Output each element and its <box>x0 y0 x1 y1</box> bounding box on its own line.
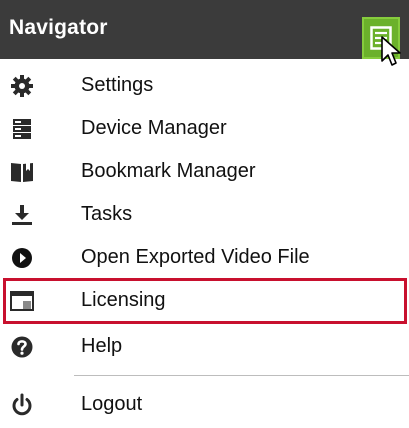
menu-item-label: Settings <box>81 74 154 96</box>
menu-item-label: Device Manager <box>81 117 227 139</box>
menu-item-label: Logout <box>81 393 143 415</box>
menu-item-open-exported-video-file[interactable]: Open Exported Video File <box>0 236 409 279</box>
bookmark-book-icon <box>8 158 36 186</box>
question-circle-icon <box>8 333 36 361</box>
menu-separator <box>74 375 409 376</box>
menu-item-help[interactable]: Help <box>0 325 409 368</box>
licensing-highlight-box <box>3 278 407 324</box>
menu-item-bookmark-manager[interactable]: Bookmark Manager <box>0 150 409 193</box>
download-icon <box>8 201 36 229</box>
menu-item-settings[interactable]: Settings <box>0 64 409 107</box>
header-title: Navigator <box>9 16 108 39</box>
menu-item-tasks[interactable]: Tasks <box>0 193 409 236</box>
mouse-pointer-icon <box>381 36 401 66</box>
menu-item-label: Tasks <box>81 203 133 225</box>
server-rack-icon <box>8 115 36 143</box>
gear-icon <box>8 72 36 100</box>
play-circle-icon <box>8 244 36 272</box>
power-icon <box>8 391 36 419</box>
menu-item-label: Bookmark Manager <box>81 160 256 182</box>
navigator-header: Navigator <box>0 0 409 59</box>
menu-item-label: Open Exported Video File <box>81 246 310 268</box>
menu-item-label: Help <box>81 335 123 357</box>
menu-item-device-manager[interactable]: Device Manager <box>0 107 409 150</box>
menu-item-logout[interactable]: Logout <box>0 383 409 426</box>
